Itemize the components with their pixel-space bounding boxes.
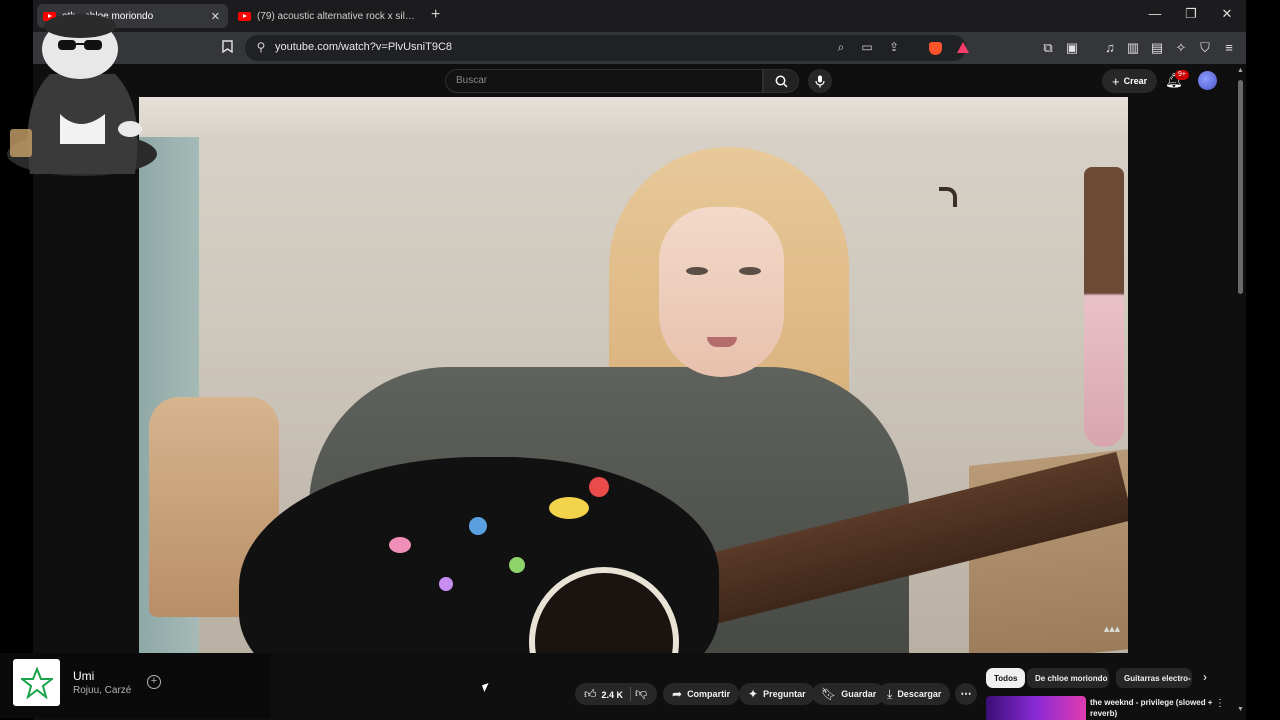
- video-hanging-guitar: [1084, 167, 1124, 447]
- like-count: 2.4 K: [601, 689, 624, 700]
- plus-icon: +: [1112, 73, 1120, 89]
- share-button[interactable]: ➦ Compartir: [663, 683, 740, 705]
- close-tab-icon[interactable]: ✕: [211, 10, 220, 23]
- restore-button[interactable]: ❐: [1181, 6, 1201, 22]
- youtube-masthead: Buscar + Crear 🔔︎ 9+: [33, 64, 1246, 97]
- recommendation-menu-icon[interactable]: ⋮: [1215, 698, 1225, 709]
- dislike-button[interactable]: 👎︎: [635, 686, 647, 701]
- video-eye: [739, 267, 761, 275]
- chip-channel[interactable]: De chloe moriondo: [1027, 668, 1109, 688]
- tab-bar: eth - chloe moriondo ✕ (79) acoustic alt…: [33, 0, 1246, 32]
- video-watermark: ▲▲▲: [1103, 625, 1120, 633]
- search-button[interactable]: [763, 69, 799, 93]
- sparkle-icon: ✦: [748, 687, 759, 701]
- scroll-thumb[interactable]: [1238, 80, 1243, 294]
- bookmark-icon: 🔖︎: [821, 687, 837, 701]
- sidebar-icon[interactable]: ▥: [1124, 40, 1142, 56]
- video-wall-hook: [939, 187, 957, 207]
- thumbs-down-icon: 👎︎: [635, 686, 648, 700]
- create-button[interactable]: + Crear: [1102, 69, 1158, 93]
- address-bar[interactable]: ⚲ youtube.com/watch?v=PlvUsniT9C8 ⌕ ▭ ⇪: [245, 35, 969, 61]
- site-info-icon[interactable]: ⚲: [253, 40, 269, 54]
- search-icon: [775, 75, 788, 88]
- zoom-icon[interactable]: ⌕: [833, 40, 849, 55]
- video-eye: [686, 267, 708, 275]
- more-actions-button[interactable]: ⋯: [955, 683, 977, 705]
- search-input[interactable]: Buscar: [445, 69, 763, 93]
- cat-overlay-image: [7, 14, 157, 176]
- video-sticker: [469, 517, 487, 535]
- album-art[interactable]: [13, 659, 60, 706]
- chevron-right-icon[interactable]: ›: [1203, 670, 1207, 684]
- url-text[interactable]: youtube.com/watch?v=PlvUsniT9C8: [275, 41, 452, 53]
- create-label: Crear: [1123, 76, 1148, 86]
- save-button[interactable]: 🔖︎ Guardar: [812, 683, 886, 705]
- recommendation-thumbnail[interactable]: [986, 696, 1086, 720]
- search-placeholder: Buscar: [456, 75, 488, 86]
- cast-icon[interactable]: ▭: [859, 40, 875, 54]
- menu-icon[interactable]: ≡: [1220, 40, 1238, 56]
- extensions-icon[interactable]: ⧉: [1039, 40, 1057, 56]
- page-scrollbar[interactable]: ▲ ▼: [1235, 64, 1246, 720]
- track-title[interactable]: Umi: [73, 669, 94, 683]
- tab-title: (79) acoustic alternative rock x silent: [257, 10, 416, 22]
- scroll-down-icon[interactable]: ▼: [1235, 706, 1246, 713]
- star-icon: [20, 666, 53, 699]
- minimize-button[interactable]: —: [1145, 6, 1165, 21]
- save-label: Guardar: [841, 689, 877, 699]
- avatar[interactable]: [1198, 71, 1217, 90]
- thumbs-up-icon: 👍︎: [584, 687, 597, 701]
- ask-label: Preguntar: [763, 689, 806, 699]
- video-frame[interactable]: ▲▲▲: [139, 97, 1128, 653]
- browser-window: eth - chloe moriondo ✕ (79) acoustic alt…: [33, 0, 1246, 720]
- leo-ai-icon[interactable]: ✧: [1172, 40, 1190, 56]
- share-icon[interactable]: ⇪: [886, 40, 902, 54]
- chip-electric-guitars[interactable]: Guitarras electro-: [1116, 668, 1192, 688]
- brave-shields-icon[interactable]: [929, 42, 942, 55]
- scroll-up-icon[interactable]: ▲: [1235, 67, 1246, 74]
- music-mini-player: Umi Rojuu, Carzé +: [0, 653, 271, 718]
- ask-button[interactable]: ✦ Preguntar: [739, 683, 815, 705]
- wallet-icon[interactable]: ▤: [1148, 40, 1166, 56]
- youtube-favicon-icon: [238, 11, 251, 21]
- voice-search-button[interactable]: [808, 69, 832, 93]
- add-to-library-icon[interactable]: +: [147, 675, 161, 689]
- close-window-button[interactable]: ✕: [1217, 6, 1237, 22]
- bookmark-icon[interactable]: [218, 40, 236, 57]
- video-sticker: [589, 477, 609, 497]
- like-button[interactable]: 👍︎ 2.4 K: [584, 687, 623, 702]
- video-face: [659, 207, 784, 377]
- desktop: eth - chloe moriondo ✕ (79) acoustic alt…: [0, 0, 1280, 720]
- vpn-icon[interactable]: ⛉: [1196, 40, 1214, 56]
- like-divider: [630, 687, 631, 701]
- chip-todos[interactable]: Todos: [986, 668, 1026, 688]
- recommendation-title[interactable]: the weeknd - privilege (slowed + reverb): [1090, 697, 1218, 719]
- screenshot-icon[interactable]: ▣: [1063, 40, 1081, 56]
- new-tab-button[interactable]: +: [431, 6, 440, 24]
- download-icon: ⤓: [887, 686, 893, 701]
- video-player[interactable]: ▲▲▲: [33, 97, 1246, 653]
- like-dislike-group: 👍︎ 2.4 K 👎︎: [575, 683, 657, 705]
- share-arrow-icon: ➦: [672, 687, 683, 701]
- browser-toolbar: ‹ ⚲ youtube.com/watch?v=PlvUsniT9C8 ⌕ ▭ …: [33, 32, 1246, 64]
- media-icon[interactable]: ♫: [1101, 40, 1119, 56]
- video-ceiling: [139, 97, 1128, 137]
- notifications-badge: 9+: [1175, 70, 1189, 80]
- track-artist[interactable]: Rojuu, Carzé: [73, 685, 131, 696]
- video-sticker: [509, 557, 525, 573]
- video-sticker: [389, 537, 411, 553]
- download-button[interactable]: ⤓ Descargar: [878, 683, 951, 705]
- video-sticker: [549, 497, 589, 519]
- tab-inactive[interactable]: (79) acoustic alternative rock x silent: [232, 4, 424, 28]
- download-label: Descargar: [897, 689, 942, 699]
- share-label: Compartir: [687, 689, 731, 699]
- microphone-icon: [815, 75, 825, 87]
- video-sticker: [439, 577, 453, 591]
- brave-rewards-icon[interactable]: [957, 42, 969, 53]
